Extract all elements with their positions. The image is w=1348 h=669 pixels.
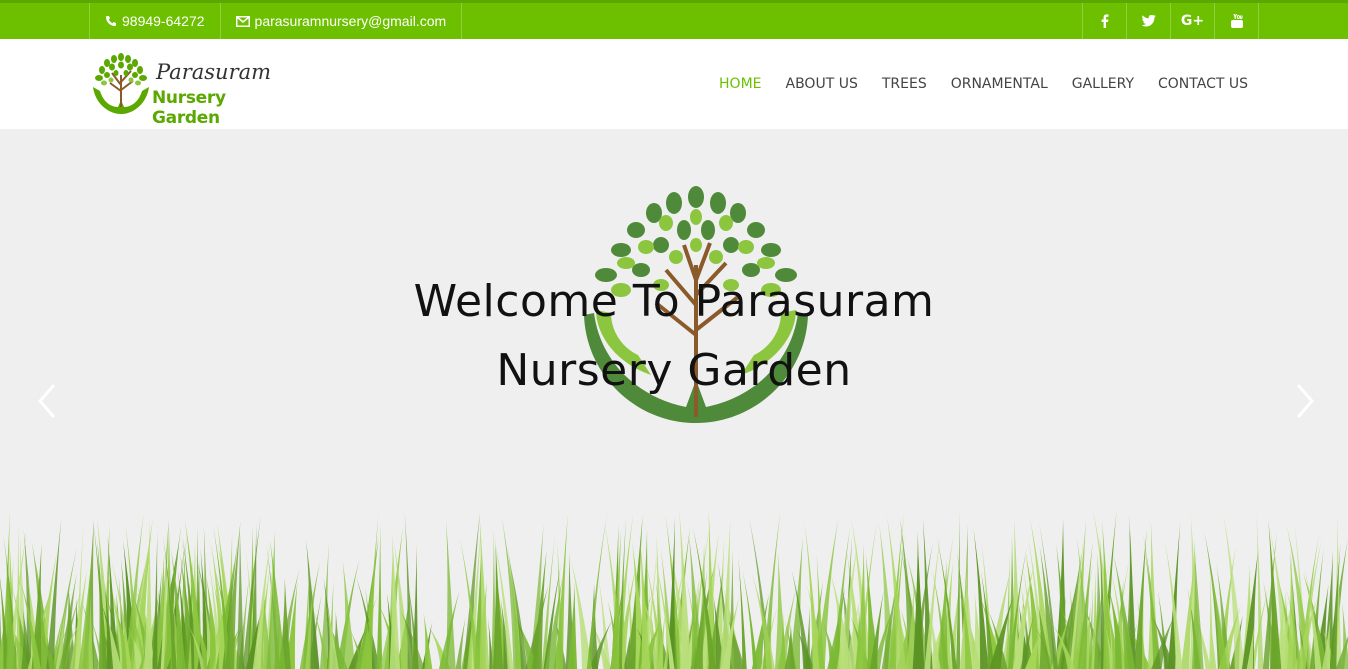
grass-decoration	[0, 509, 1348, 669]
chevron-right-icon	[1296, 384, 1314, 418]
main-nav: HOME ABOUT US TREES ORNAMENTAL GALLERY C…	[695, 39, 1248, 129]
hero-slider: Welcome To Parasuram Nursery Garden	[0, 129, 1348, 669]
slider-next-button[interactable]	[1290, 381, 1320, 421]
hero-title-line-2: Nursery Garden	[496, 345, 852, 396]
phone-number: 98949-64272	[122, 13, 205, 29]
contact-info: 98949-64272 parasuramnursery@gmail.com	[89, 3, 463, 39]
top-bar: 98949-64272 parasuramnursery@gmail.com G…	[0, 0, 1348, 39]
nav-contact-us[interactable]: CONTACT US	[1158, 76, 1248, 92]
email-address: parasuramnursery@gmail.com	[254, 13, 447, 29]
logo-text-parasuram: Parasuram	[156, 60, 272, 84]
nav-home[interactable]: HOME	[719, 76, 761, 92]
hero-title-line-1: Welcome To Parasuram	[413, 276, 935, 327]
nav-ornamental[interactable]: ORNAMENTAL	[951, 76, 1048, 92]
phone-contact[interactable]: 98949-64272	[89, 3, 220, 39]
facebook-icon[interactable]	[1082, 3, 1126, 39]
logo-text-nursery-garden: Nursery Garden	[152, 88, 226, 128]
nav-about-us[interactable]: ABOUT US	[786, 76, 858, 92]
logo-tree-icon	[93, 53, 149, 114]
phone-icon	[106, 16, 116, 26]
nav-trees[interactable]: TREES	[882, 76, 927, 92]
youtube-icon[interactable]	[1214, 3, 1259, 39]
logo[interactable]: Parasuram Nursery Garden	[90, 51, 290, 128]
site-header: Parasuram Nursery Garden HOME ABOUT US T…	[0, 39, 1348, 129]
twitter-icon[interactable]	[1126, 3, 1170, 39]
nav-gallery[interactable]: GALLERY	[1072, 76, 1134, 92]
social-links: G+	[1082, 3, 1259, 39]
envelope-icon	[235, 15, 250, 27]
email-contact[interactable]: parasuramnursery@gmail.com	[219, 3, 463, 39]
hero-title: Welcome To Parasuram Nursery Garden	[374, 267, 974, 405]
google-plus-icon[interactable]: G+	[1170, 3, 1214, 39]
slider-prev-button[interactable]	[32, 381, 62, 421]
chevron-left-icon	[38, 384, 56, 418]
